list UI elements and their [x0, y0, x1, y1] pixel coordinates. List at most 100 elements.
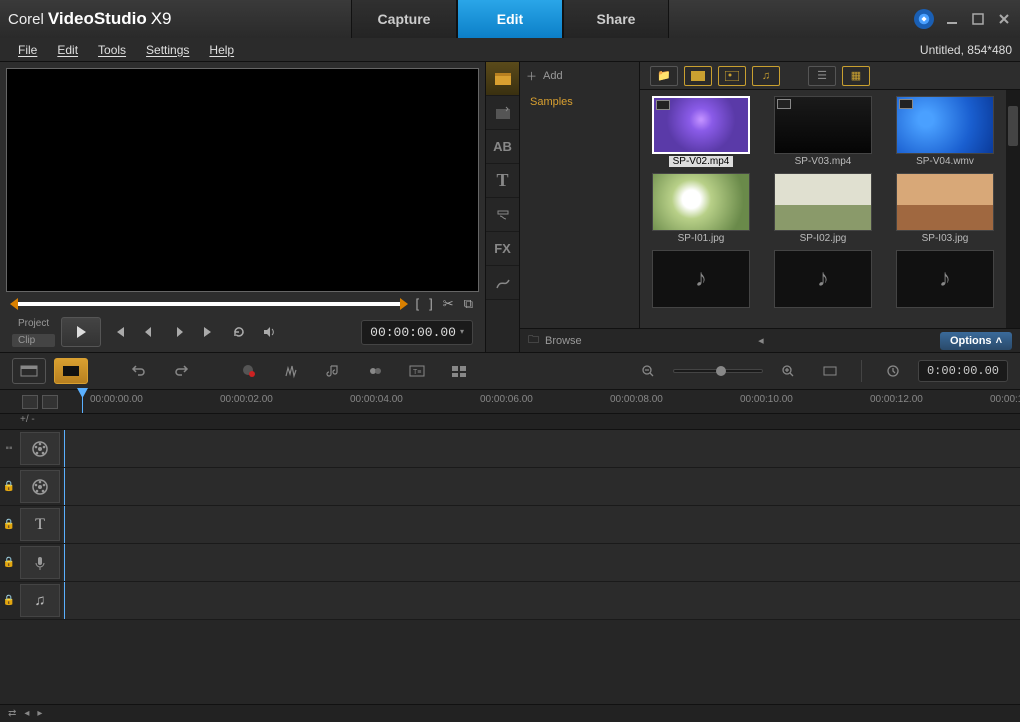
undo-button[interactable] [122, 358, 156, 384]
music-track-icon[interactable]: ♫ [20, 584, 60, 617]
auto-music-button[interactable] [316, 358, 350, 384]
zoom-out-button[interactable] [631, 358, 665, 384]
timeline-scroll-control[interactable]: ⇄ [8, 708, 16, 719]
thumb-sp-i03[interactable]: SP-I03.jpg [888, 173, 1002, 244]
view-list-button[interactable]: ☰ [808, 66, 836, 86]
thumb-audio-1[interactable] [644, 250, 758, 308]
plus-icon: ＋ [526, 68, 537, 84]
tab-edit[interactable]: Edit [457, 0, 563, 38]
preview-project-label[interactable]: Project [12, 317, 55, 330]
track-video[interactable]: ▪▪ [0, 430, 1020, 468]
tab-share[interactable]: Share [563, 0, 669, 38]
mark-in-icon[interactable]: [ [416, 296, 420, 312]
menu-help[interactable]: Help [199, 40, 244, 60]
track-lock-icon[interactable]: 🔒 [0, 468, 18, 505]
corel-guide-icon[interactable] [914, 9, 934, 29]
close-button[interactable] [996, 11, 1012, 27]
ruler-toggle-2[interactable] [42, 395, 58, 409]
goto-end-button[interactable] [197, 320, 221, 344]
ruler-tick: 00:00:04.00 [350, 394, 403, 405]
multi-view-button[interactable] [442, 358, 476, 384]
timeline-ruler[interactable]: 00:00:00.00 00:00:02.00 00:00:04.00 00:0… [0, 390, 1020, 414]
voice-track-icon[interactable] [20, 546, 60, 579]
browse-button[interactable]: 🗀 Browse [528, 331, 582, 350]
maximize-button[interactable] [970, 11, 986, 27]
playhead[interactable] [82, 390, 83, 413]
folder-samples[interactable]: Samples [526, 92, 633, 112]
menu-file[interactable]: File [8, 40, 47, 60]
ruler-tick: 00:00:06.00 [480, 394, 533, 405]
tab-capture[interactable]: Capture [351, 0, 457, 38]
video-track-icon[interactable] [20, 432, 60, 465]
thumb-sp-v03[interactable]: SP-V03.mp4 [766, 96, 880, 167]
timeline-timecode[interactable]: 0:00:00.00 [918, 360, 1008, 382]
zoom-in-button[interactable] [771, 358, 805, 384]
fit-timeline-button[interactable] [813, 358, 847, 384]
import-folder-button[interactable]: 📁 [650, 66, 678, 86]
library-tab-instant-project[interactable] [486, 96, 519, 130]
library-tab-path[interactable] [486, 266, 519, 300]
library-scrollbar[interactable] [1006, 90, 1020, 328]
record-button[interactable] [232, 358, 266, 384]
filter-photo-button[interactable] [718, 66, 746, 86]
timeline-toolbar: T≡ 0:00:00.00 [0, 352, 1020, 390]
cut-icon[interactable]: ✂ [443, 296, 454, 312]
thumb-sp-v02[interactable]: SP-V02.mp4 [644, 96, 758, 167]
snapshot-icon[interactable]: ⧉ [464, 296, 473, 312]
zoom-slider[interactable] [673, 369, 763, 373]
track-music[interactable]: 🔒 ♫ [0, 582, 1020, 620]
track-voice[interactable]: 🔒 [0, 544, 1020, 582]
timeline-scroll-left[interactable]: ◂ [24, 708, 29, 719]
library-tab-media[interactable] [486, 62, 519, 96]
browse-label: Browse [545, 335, 582, 347]
track-add-remove[interactable]: +/ - [0, 414, 80, 429]
library-scroll-left[interactable]: ◂ [758, 334, 764, 347]
add-folder-button[interactable]: ＋ Add [526, 68, 633, 84]
volume-button[interactable] [257, 320, 281, 344]
thumb-audio-2[interactable] [766, 250, 880, 308]
timeline-view-button[interactable] [54, 358, 88, 384]
library-tab-graphic[interactable] [486, 198, 519, 232]
track-lock-icon[interactable]: 🔒 [0, 544, 18, 581]
prev-frame-button[interactable] [137, 320, 161, 344]
thumb-sp-i02[interactable]: SP-I02.jpg [766, 173, 880, 244]
filter-video-button[interactable] [684, 66, 712, 86]
view-grid-button[interactable]: ▦ [842, 66, 870, 86]
filter-audio-button[interactable]: ♫ [752, 66, 780, 86]
play-button[interactable] [61, 317, 101, 347]
ruler-tick: 00:00:08.00 [610, 394, 663, 405]
menu-tools[interactable]: Tools [88, 40, 136, 60]
options-button[interactable]: Options ˄ [940, 332, 1012, 350]
library-tab-title[interactable]: T [486, 164, 519, 198]
preview-screen[interactable] [6, 68, 479, 292]
repeat-button[interactable] [227, 320, 251, 344]
track-overlay[interactable]: 🔒 [0, 468, 1020, 506]
track-lock-icon[interactable]: 🔒 [0, 582, 18, 619]
next-frame-button[interactable] [167, 320, 191, 344]
subtitle-editor-button[interactable]: T≡ [400, 358, 434, 384]
menu-edit[interactable]: Edit [47, 40, 88, 60]
scrub-slider[interactable] [12, 302, 406, 306]
track-title[interactable]: 🔒 T [0, 506, 1020, 544]
redo-button[interactable] [164, 358, 198, 384]
motion-tracking-button[interactable] [358, 358, 392, 384]
track-indicator[interactable]: ▪▪ [0, 430, 18, 467]
thumb-sp-v04[interactable]: SP-V04.wmv [888, 96, 1002, 167]
preview-clip-label[interactable]: Clip [12, 334, 55, 347]
timeline-scroll-right[interactable]: ▸ [37, 708, 42, 719]
ruler-toggle-1[interactable] [22, 395, 38, 409]
mark-out-icon[interactable]: ] [429, 296, 433, 312]
thumb-audio-3[interactable] [888, 250, 1002, 308]
overlay-track-icon[interactable] [20, 470, 60, 503]
preview-timecode[interactable]: 00:00:00.00 [361, 320, 473, 345]
menu-settings[interactable]: Settings [136, 40, 199, 60]
title-track-icon[interactable]: T [20, 508, 60, 541]
storyboard-view-button[interactable] [12, 358, 46, 384]
thumb-sp-i01[interactable]: SP-I01.jpg [644, 173, 758, 244]
library-tab-transition[interactable]: AB [486, 130, 519, 164]
minimize-button[interactable] [944, 11, 960, 27]
library-tab-filter[interactable]: FX [486, 232, 519, 266]
track-lock-icon[interactable]: 🔒 [0, 506, 18, 543]
goto-start-button[interactable] [107, 320, 131, 344]
audio-mixer-button[interactable] [274, 358, 308, 384]
